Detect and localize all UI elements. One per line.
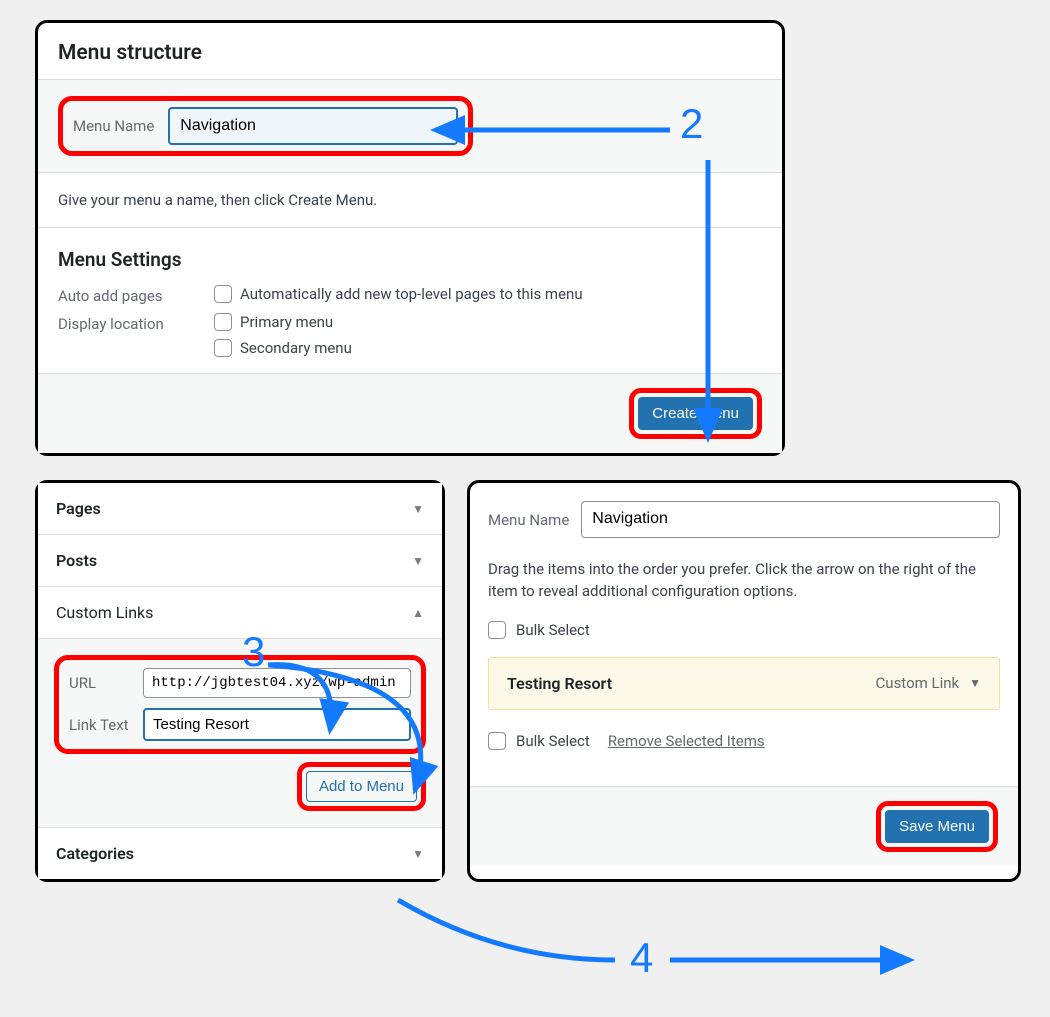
annotation-4: 4 xyxy=(630,934,653,982)
help-text: Give your menu a name, then click Create… xyxy=(38,173,782,228)
bulk-select-checkbox-top[interactable] xyxy=(488,621,506,639)
auto-add-label: Auto add pages xyxy=(58,285,188,305)
accordion-categories-label: Categories xyxy=(56,844,134,863)
accordion-custom-links-label: Custom Links xyxy=(56,603,153,622)
menu-name-label-2: Menu Name xyxy=(488,511,569,529)
primary-menu-text: Primary menu xyxy=(240,313,333,331)
bulk-select-checkbox-bottom[interactable] xyxy=(488,732,506,750)
link-text-input[interactable] xyxy=(143,708,411,741)
menu-name-label: Menu Name xyxy=(73,117,154,135)
menu-settings-title: Menu Settings xyxy=(58,248,762,271)
auto-add-row: Auto add pages Automatically add new top… xyxy=(58,285,762,305)
primary-menu-checkbox[interactable] xyxy=(214,313,232,331)
remove-selected-link[interactable]: Remove Selected Items xyxy=(608,732,765,750)
annotation-3: 3 xyxy=(242,628,265,676)
menu-edit-panel: Menu Name Drag the items into the order … xyxy=(467,480,1021,882)
secondary-menu-checkbox[interactable] xyxy=(214,339,232,357)
highlight-create-menu: Create Menu xyxy=(629,388,762,439)
chevron-up-icon: ▲ xyxy=(412,606,424,620)
menu-sources-accordion: Pages ▼ Posts ▼ Custom Links ▲ URL Link … xyxy=(35,480,445,882)
highlight-add-to-menu: Add to Menu xyxy=(297,762,426,811)
url-label: URL xyxy=(69,674,133,692)
menu-name-input-2[interactable] xyxy=(581,501,1000,537)
menu-name-row-2: Menu Name xyxy=(488,501,1000,537)
chevron-down-icon[interactable]: ▼ xyxy=(969,676,981,690)
custom-links-footer: Add to Menu xyxy=(54,754,426,811)
auto-add-checkbox[interactable] xyxy=(214,285,232,303)
highlight-step3-inputs: URL Link Text xyxy=(54,655,426,754)
accordion-posts-label: Posts xyxy=(56,551,97,570)
link-text-label: Link Text xyxy=(69,716,133,734)
highlight-step2-input: Menu Name xyxy=(58,96,473,156)
create-menu-button[interactable]: Create Menu xyxy=(638,397,753,430)
menu-item-title: Testing Resort xyxy=(507,674,612,693)
add-to-menu-button[interactable]: Add to Menu xyxy=(306,771,417,802)
chevron-down-icon: ▼ xyxy=(412,847,424,861)
accordion-pages-label: Pages xyxy=(56,499,101,518)
bulk-select-bottom-cb[interactable]: Bulk Select xyxy=(488,732,590,750)
menu-item-type: Custom Link ▼ xyxy=(876,674,981,692)
bulk-select-label-top: Bulk Select xyxy=(516,621,590,639)
accordion-categories[interactable]: Categories ▼ xyxy=(38,828,442,879)
menu-structure-panel: Menu structure Menu Name Give your menu … xyxy=(35,20,785,456)
menu-item-testing-resort[interactable]: Testing Resort Custom Link ▼ xyxy=(488,657,1000,710)
bulk-select-label-bottom: Bulk Select xyxy=(516,732,590,750)
annotation-2: 2 xyxy=(680,100,703,148)
chevron-down-icon: ▼ xyxy=(412,554,424,568)
menu-structure-header: Menu structure xyxy=(38,23,782,80)
top-footer: Create Menu xyxy=(38,373,782,453)
accordion-custom-links[interactable]: Custom Links ▲ xyxy=(38,587,442,639)
secondary-menu-checkbox-row[interactable]: Secondary menu xyxy=(214,339,352,357)
accordion-posts[interactable]: Posts ▼ xyxy=(38,535,442,587)
drag-instruction: Drag the items into the order you prefer… xyxy=(488,558,1000,603)
custom-links-body: URL Link Text Add to Menu xyxy=(38,639,442,828)
link-text-row: Link Text xyxy=(69,708,411,741)
chevron-down-icon: ▼ xyxy=(412,502,424,516)
menu-name-input[interactable] xyxy=(168,107,458,145)
primary-menu-checkbox-row[interactable]: Primary menu xyxy=(214,313,352,331)
highlight-save-menu: Save Menu xyxy=(876,801,998,852)
save-menu-button[interactable]: Save Menu xyxy=(885,810,989,843)
url-row: URL xyxy=(69,668,411,698)
bulk-select-bottom: Bulk Select Remove Selected Items xyxy=(488,732,1000,750)
secondary-menu-text: Secondary menu xyxy=(240,339,352,357)
right-footer: Save Menu xyxy=(470,786,1018,866)
auto-add-checkbox-row[interactable]: Automatically add new top-level pages to… xyxy=(214,285,583,303)
display-location-label: Display location xyxy=(58,313,188,333)
menu-structure-title: Menu structure xyxy=(58,41,762,65)
bulk-select-top[interactable]: Bulk Select xyxy=(488,621,1000,639)
accordion-pages[interactable]: Pages ▼ xyxy=(38,483,442,535)
menu-settings: Menu Settings Auto add pages Automatical… xyxy=(38,228,782,373)
display-location-row: Display location Primary menu Secondary … xyxy=(58,313,762,357)
url-input[interactable] xyxy=(143,668,411,698)
auto-add-text: Automatically add new top-level pages to… xyxy=(240,285,583,303)
menu-name-row: Menu Name xyxy=(38,80,782,173)
